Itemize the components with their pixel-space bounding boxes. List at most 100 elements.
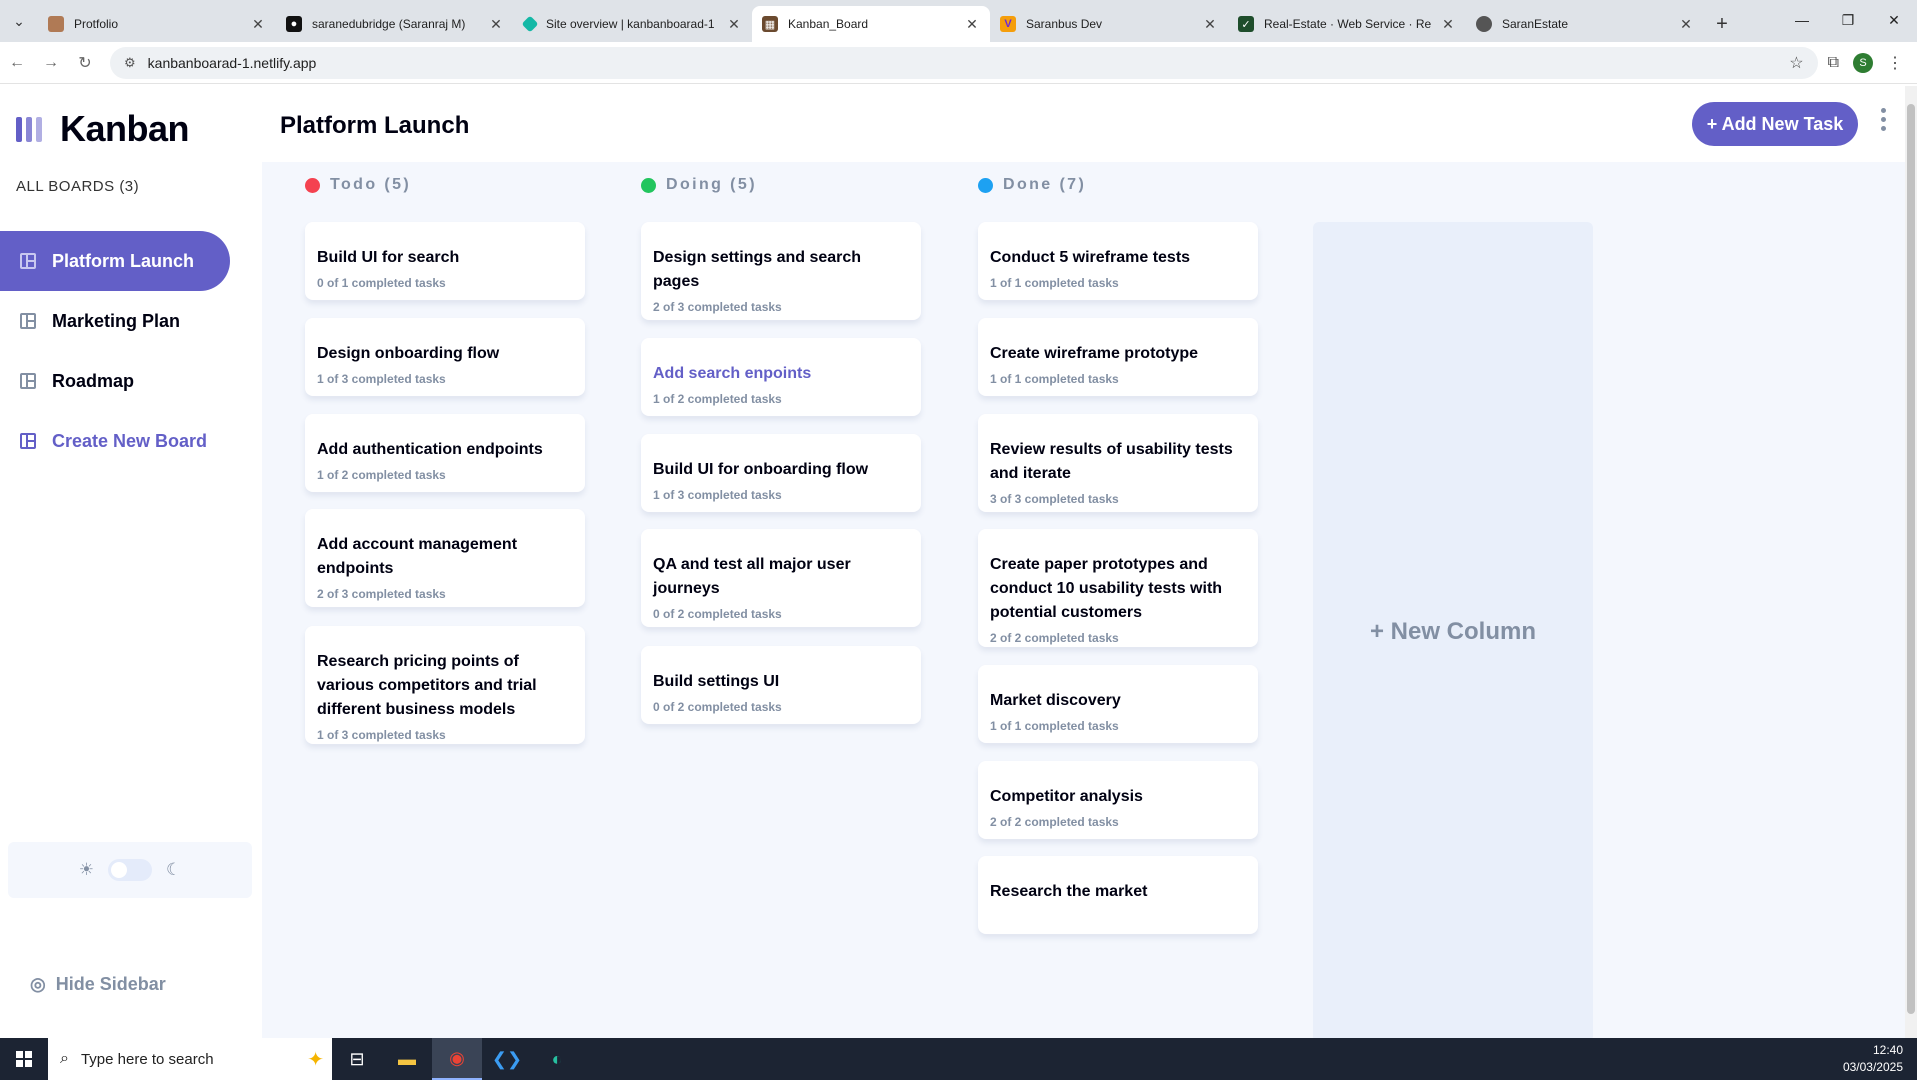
- tab-close-icon[interactable]: ✕: [1202, 16, 1218, 33]
- system-clock[interactable]: 12:40 03/03/2025: [1843, 1042, 1917, 1076]
- column-header: Done (7): [978, 176, 1086, 194]
- logo-text: Kanban: [60, 108, 190, 149]
- subtask-count: 1 of 3 completed tasks: [317, 372, 446, 386]
- new-tab-plus-icon[interactable]: +: [1704, 6, 1740, 42]
- task-card[interactable]: Create paper prototypes and conduct 10 u…: [978, 529, 1258, 647]
- tab-title: Kanban_Board: [788, 17, 869, 31]
- reload-icon[interactable]: ↻: [68, 53, 102, 73]
- close-window-icon[interactable]: ✕: [1871, 0, 1917, 40]
- sidebar: Kanban ALL BOARDS (3) Platform Launch Ma…: [0, 86, 262, 1038]
- browser-tab-bar: ⌄ Protfolio ✕ ● saranedubridge (Saranraj…: [0, 0, 1917, 42]
- browser-tab[interactable]: V Saranbus Dev ✕: [990, 6, 1228, 42]
- restore-icon[interactable]: ❐: [1825, 0, 1871, 40]
- subtask-count: 2 of 2 completed tasks: [990, 631, 1119, 645]
- vscode-icon[interactable]: ❮❯: [482, 1038, 532, 1080]
- task-card[interactable]: Design onboarding flow 1 of 3 completed …: [305, 318, 585, 396]
- forward-arrow-icon[interactable]: →: [34, 54, 68, 72]
- sidebar-item-platform-launch[interactable]: Platform Launch: [0, 231, 230, 291]
- task-card[interactable]: Add account management endpoints 2 of 3 …: [305, 509, 585, 607]
- subtask-count: 2 of 2 completed tasks: [990, 815, 1119, 829]
- task-card[interactable]: QA and test all major user journeys 0 of…: [641, 529, 921, 627]
- theme-switch[interactable]: [108, 859, 152, 881]
- board-label: Marketing Plan: [52, 310, 181, 331]
- subtask-count: 0 of 1 completed tasks: [317, 276, 446, 290]
- page-scrollbar[interactable]: [1905, 86, 1917, 1038]
- task-card[interactable]: Add authentication endpoints 1 of 2 comp…: [305, 414, 585, 492]
- sidebar-item-roadmap[interactable]: Roadmap: [0, 351, 230, 411]
- column-title: Todo (5): [330, 176, 412, 193]
- task-card[interactable]: Conduct 5 wireframe tests 1 of 1 complet…: [978, 222, 1258, 300]
- edge-icon[interactable]: ◐: [532, 1038, 582, 1080]
- switch-knob: [111, 862, 127, 878]
- tab-close-icon[interactable]: ✕: [250, 16, 266, 33]
- browser-tab[interactable]: SaranEstate ✕: [1466, 6, 1704, 42]
- sparkle-icon: ✦: [307, 1048, 324, 1071]
- bookmark-star-icon[interactable]: ☆: [1789, 53, 1803, 73]
- taskbar-search[interactable]: ⌕ Type here to search ✦: [48, 1038, 332, 1080]
- board-icon: [20, 253, 36, 269]
- task-card[interactable]: Design settings and search pages 2 of 3 …: [641, 222, 921, 320]
- browser-tab[interactable]: Site overview | kanbanboarad-1 ✕: [514, 6, 752, 42]
- sidebar-item-marketing-plan[interactable]: Marketing Plan: [0, 291, 230, 351]
- minimize-icon[interactable]: —: [1779, 0, 1825, 40]
- tab-search-chevron-icon[interactable]: ⌄: [0, 0, 38, 42]
- task-card[interactable]: Market discovery 1 of 1 completed tasks: [978, 665, 1258, 743]
- task-title: Conduct 5 wireframe tests: [990, 249, 1191, 266]
- tab-close-icon[interactable]: ✕: [1678, 16, 1694, 33]
- board-options-kebab-icon[interactable]: [1878, 108, 1888, 131]
- subtask-count: 1 of 1 completed tasks: [990, 719, 1119, 733]
- task-card[interactable]: Research the market: [978, 856, 1258, 934]
- column-title: Doing (5): [666, 176, 757, 193]
- tab-close-icon[interactable]: ✕: [964, 16, 980, 33]
- task-card[interactable]: Create wireframe prototype 1 of 1 comple…: [978, 318, 1258, 396]
- chrome-icon[interactable]: ◉: [432, 1038, 482, 1080]
- subtask-count: 0 of 2 completed tasks: [653, 700, 782, 714]
- file-explorer-icon[interactable]: ▬: [382, 1038, 432, 1080]
- back-arrow-icon[interactable]: ←: [0, 54, 34, 72]
- tab-close-icon[interactable]: ✕: [726, 16, 742, 33]
- task-title: Add authentication endpoints: [317, 441, 543, 458]
- board-icon: [20, 433, 36, 449]
- task-card[interactable]: Competitor analysis 2 of 2 completed tas…: [978, 761, 1258, 839]
- scrollbar-thumb[interactable]: [1907, 104, 1915, 1014]
- browser-menu-icon[interactable]: ⋮: [1887, 53, 1903, 73]
- hide-sidebar-label: Hide Sidebar: [55, 974, 166, 994]
- profile-avatar[interactable]: S: [1853, 52, 1873, 73]
- browser-tab[interactable]: Protfolio ✕: [38, 6, 276, 42]
- task-title: Build UI for search: [317, 249, 460, 266]
- browser-tab-active[interactable]: ▦ Kanban_Board ✕: [752, 6, 990, 42]
- browser-tab[interactable]: ● saranedubridge (Saranraj M) ✕: [276, 6, 514, 42]
- task-title: Add search enpoints: [653, 365, 812, 382]
- extensions-puzzle-icon[interactable]: ⧉: [1828, 54, 1839, 72]
- render-favicon-icon: ✓: [1238, 16, 1254, 32]
- subtask-count: 1 of 3 completed tasks: [653, 488, 782, 502]
- task-card[interactable]: Review results of usability tests and it…: [978, 414, 1258, 512]
- task-card[interactable]: Build UI for onboarding flow 1 of 3 comp…: [641, 434, 921, 512]
- task-view-icon[interactable]: ⊟: [332, 1038, 382, 1080]
- tab-title: Site overview | kanbanboarad-1: [546, 17, 715, 31]
- task-card[interactable]: Build settings UI 0 of 2 completed tasks: [641, 646, 921, 724]
- site-info-icon[interactable]: ⚙: [124, 55, 136, 71]
- moon-icon: ☾: [166, 860, 182, 879]
- github-favicon-icon: ●: [286, 16, 302, 32]
- windows-start-icon[interactable]: [0, 1038, 48, 1080]
- browser-tab[interactable]: ✓ Real-Estate · Web Service · Re ✕: [1228, 6, 1466, 42]
- column-title: Done (7): [1003, 176, 1087, 193]
- task-title: Review results of usability tests and it…: [990, 441, 1233, 482]
- tab-close-icon[interactable]: ✕: [488, 16, 504, 33]
- new-column-button[interactable]: + New Column: [1313, 222, 1593, 1038]
- task-title: Build UI for onboarding flow: [653, 461, 869, 478]
- hide-sidebar-button[interactable]: ◎ Hide Sidebar: [30, 974, 166, 995]
- url-field[interactable]: ⚙ kanbanboarad-1.netlify.app ☆: [110, 46, 1818, 79]
- task-card[interactable]: Build UI for search 0 of 1 completed tas…: [305, 222, 585, 300]
- task-card[interactable]: Add search enpoints 1 of 2 completed tas…: [641, 338, 921, 416]
- tab-title: Saranbus Dev: [1026, 17, 1103, 31]
- search-icon: ⌕: [60, 1050, 69, 1067]
- create-board-label: Create New Board: [52, 430, 208, 451]
- netlify-favicon-icon: [521, 15, 539, 33]
- create-new-board-button[interactable]: Create New Board: [0, 411, 230, 471]
- add-new-task-button[interactable]: + Add New Task: [1692, 102, 1858, 146]
- taskbar-search-placeholder: Type here to search: [80, 1050, 214, 1068]
- task-card[interactable]: Research pricing points of various compe…: [305, 626, 585, 744]
- tab-close-icon[interactable]: ✕: [1440, 16, 1456, 33]
